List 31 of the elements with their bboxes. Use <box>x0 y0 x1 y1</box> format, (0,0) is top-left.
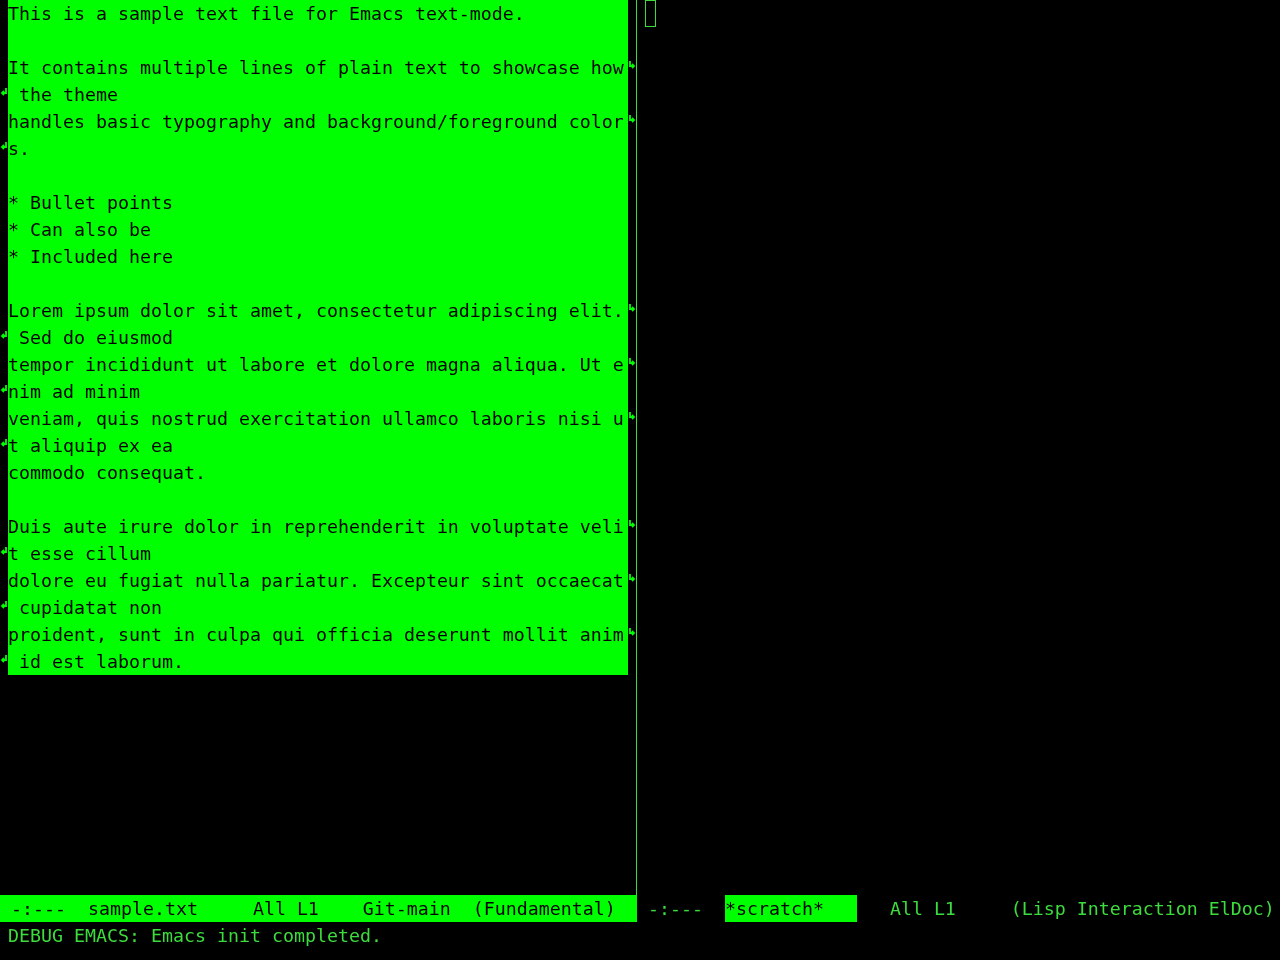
modified-status: -:--- <box>11 897 66 921</box>
text-line: * Included here <box>8 246 173 267</box>
text-line: Lorem ipsum dolor sit amet, consectetur adipiscing elit. <box>8 300 624 321</box>
text-line: * Can also be <box>8 219 151 240</box>
text-line: Duis aute irure dolor in reprehenderit in voluptate veli <box>8 516 624 537</box>
major-mode[interactable]: (Lisp Interaction ElDoc) <box>1010 895 1275 922</box>
text-line: the theme <box>18 84 118 105</box>
text-line: nim ad minim <box>8 381 140 402</box>
text-line: cupidatat non <box>18 597 162 618</box>
buffer-name[interactable]: sample.txt <box>87 895 198 922</box>
text-line: veniam, quis nostrud exercitation ullamco laboris nisi u <box>8 408 624 429</box>
cursor-position: All L1 <box>889 897 956 921</box>
vc-branch[interactable]: Git-main <box>362 895 451 922</box>
major-mode[interactable]: (Fundamental) <box>472 895 616 922</box>
text-line: It contains multiple lines of plain text to showcase how <box>8 57 624 78</box>
text-line: commodo consequat. <box>8 462 206 483</box>
text-line: * Bullet points <box>8 192 173 213</box>
text-line: dolore eu fugiat nulla pariatur. Excepteur sint occaecat <box>8 570 624 591</box>
text-line: This is a sample text file for Emacs text-mode. <box>8 3 525 24</box>
text-line: tempor incididunt ut labore et dolore magna aliqua. Ut e <box>8 354 624 375</box>
text-line: t aliquip ex ea <box>8 435 173 456</box>
echo-message: DEBUG EMACS: Emacs init completed. <box>8 925 382 946</box>
text-line: t esse cillum <box>8 543 151 564</box>
cursor-position: All L1 <box>252 897 319 921</box>
modified-status: -:--- <box>648 897 703 921</box>
text-line: id est laborum. <box>18 651 184 672</box>
text-line: proident, sunt in culpa qui officia deserunt mollit anim <box>8 624 624 645</box>
buffer-name[interactable]: *scratch* <box>724 895 857 922</box>
text-line: s. <box>8 138 30 159</box>
text-line: Sed do eiusmod <box>18 327 173 348</box>
text-line: handles basic typography and background/foreground color <box>8 111 624 132</box>
